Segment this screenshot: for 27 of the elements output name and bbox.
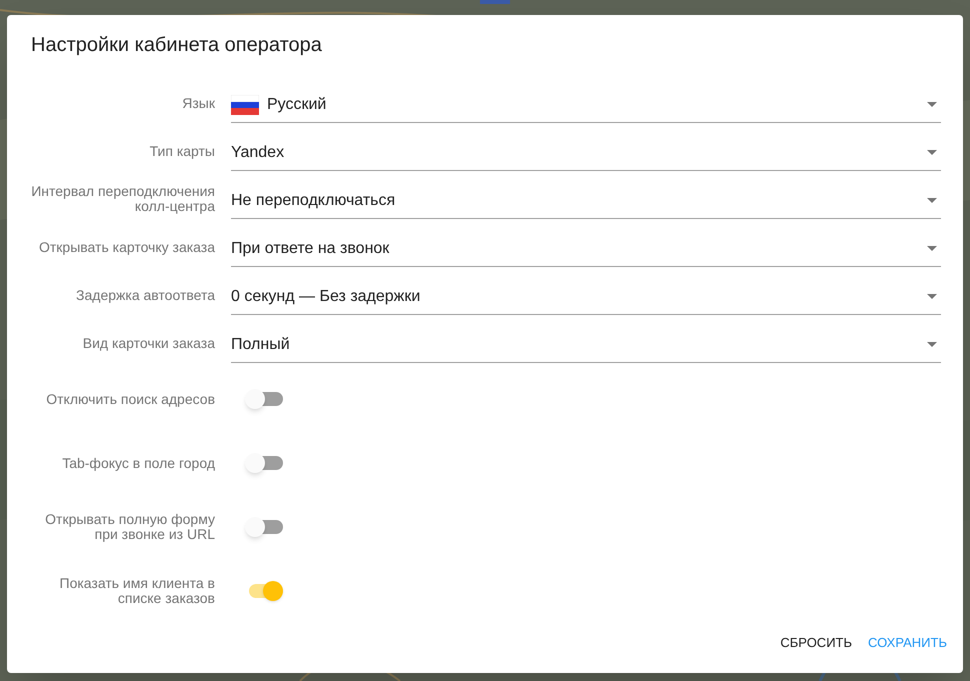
setting-label: Вид карточки заказа <box>82 336 215 350</box>
toggle-switch[interactable] <box>245 515 283 539</box>
dialog-title: Настройки кабинета оператора <box>31 33 322 58</box>
select-field[interactable]: 0 секунд — Без задержки <box>231 279 941 315</box>
setting-label: Открывать карточку заказа <box>39 240 215 254</box>
setting-label: Отключить поиск адресов <box>46 392 215 406</box>
dropdown-arrow-icon <box>927 102 937 107</box>
dropdown-arrow-icon <box>927 246 937 251</box>
setting-label: Задержка автоответа <box>76 288 215 302</box>
setting-label: Тип карты <box>150 144 215 158</box>
select-field[interactable]: Yandex <box>231 135 941 171</box>
toggle-switch[interactable] <box>245 387 283 411</box>
select-field[interactable]: Русский <box>231 87 941 123</box>
dropdown-arrow-icon <box>927 150 937 155</box>
reset-button[interactable]: СБРОСИТЬ <box>772 625 860 661</box>
dropdown-arrow-icon <box>927 342 937 347</box>
select-field[interactable]: При ответе на звонок <box>231 231 941 267</box>
setting-label: Открывать полную форму при звонке из URL <box>44 512 215 542</box>
select-field[interactable]: Полный <box>231 327 941 363</box>
setting-label: Язык <box>182 96 215 110</box>
setting-label: Tab-фокус в поле город <box>62 456 215 470</box>
setting-label: Показать имя клиента в списке заказов <box>58 576 215 606</box>
toggle-switch[interactable] <box>245 451 283 475</box>
setting-label: Интервал переподключения колл-центра <box>30 184 215 214</box>
dropdown-arrow-icon <box>927 294 937 299</box>
dropdown-arrow-icon <box>927 198 937 203</box>
select-field[interactable]: Не переподключаться <box>231 183 941 219</box>
